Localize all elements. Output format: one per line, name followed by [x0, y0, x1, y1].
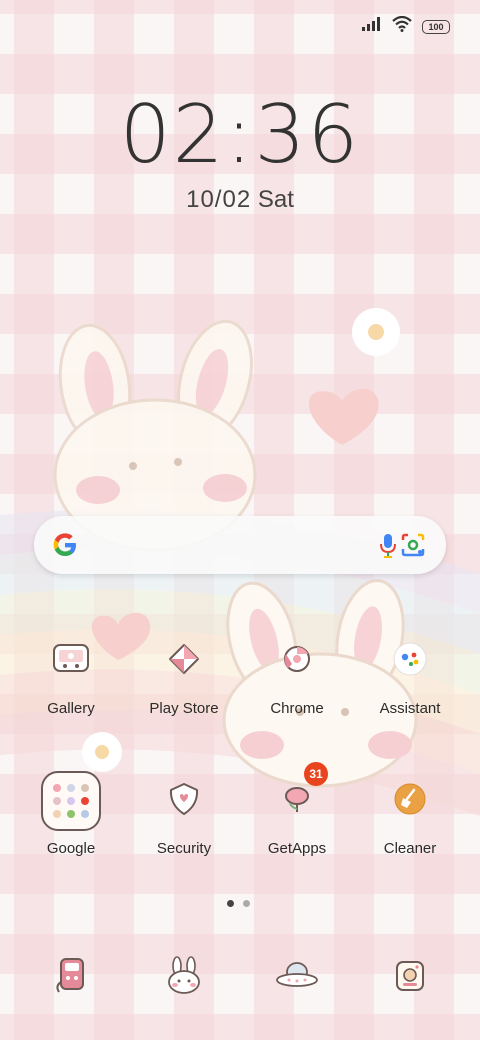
app-getapps[interactable]: 31 GetApps [241, 762, 353, 857]
app-label: Google [46, 840, 96, 857]
clock-date[interactable]: 10/02 Sat [0, 186, 480, 214]
battery-indicator: 100 [422, 19, 450, 34]
getapps-icon: 31 [268, 762, 328, 828]
google-folder-icon [40, 770, 102, 832]
camera-icon [392, 957, 428, 1000]
dock-browser[interactable] [267, 948, 327, 1008]
notification-badge: 31 [304, 762, 328, 786]
assistant-icon [381, 630, 439, 688]
app-google-folder[interactable]: Google [15, 770, 127, 857]
google-logo-icon [50, 530, 80, 565]
app-label: GetApps [267, 840, 327, 857]
security-icon [155, 770, 213, 828]
dock-phone[interactable] [41, 948, 101, 1008]
app-chrome[interactable]: Chrome [241, 630, 353, 717]
page-indicator[interactable] [227, 900, 250, 907]
google-search-bar[interactable] [34, 516, 446, 574]
app-gallery[interactable]: Gallery [15, 630, 127, 717]
dock-messages[interactable] [154, 948, 214, 1008]
cleaner-icon [381, 770, 439, 828]
dock-camera[interactable] [380, 948, 440, 1008]
wifi-icon [392, 15, 412, 37]
voice-search-icon[interactable] [377, 532, 399, 565]
app-assistant[interactable]: Assistant [354, 630, 466, 717]
status-bar: 100 [362, 15, 450, 37]
app-label: Assistant [379, 700, 441, 717]
app-cleaner[interactable]: Cleaner [354, 770, 466, 857]
google-lens-icon[interactable] [400, 532, 426, 563]
page-dot-1[interactable] [227, 900, 234, 907]
phone-icon [53, 956, 89, 1001]
day-text: Sat [257, 186, 294, 213]
date-text: 10/02 [186, 186, 252, 213]
page-dot-2[interactable] [243, 900, 250, 907]
play-store-icon [155, 630, 213, 688]
gallery-icon [42, 630, 100, 688]
app-label: Play Store [149, 700, 219, 717]
app-play-store[interactable]: Play Store [128, 630, 240, 717]
ufo-browser-icon [275, 958, 319, 999]
bunny-messages-icon [164, 955, 204, 1001]
app-label: Cleaner [383, 840, 437, 857]
chrome-icon [268, 630, 326, 688]
clock-time[interactable]: 02:36 [0, 88, 480, 181]
app-label: Chrome [270, 700, 324, 717]
app-label: Security [156, 840, 212, 857]
app-label: Gallery [47, 700, 95, 717]
app-security[interactable]: Security [128, 770, 240, 857]
signal-icon [362, 17, 382, 36]
